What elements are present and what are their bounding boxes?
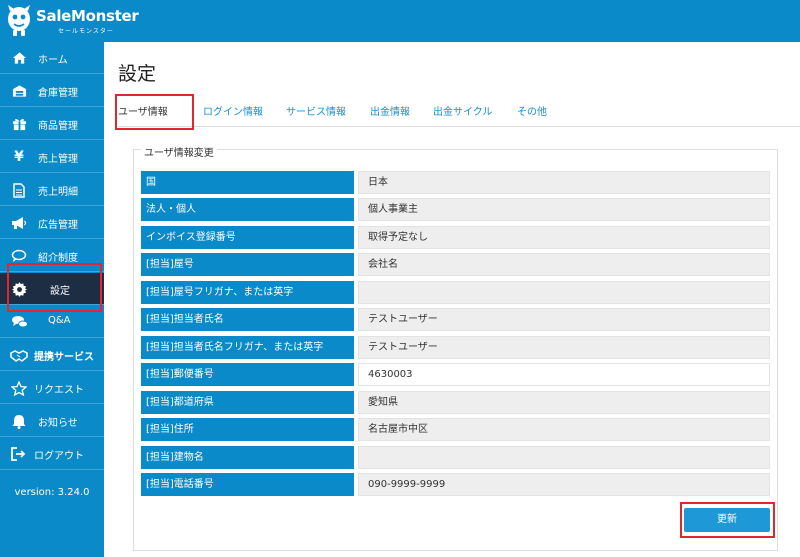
tab-other[interactable]: その他 — [517, 103, 547, 118]
sidebar-item-warehouse[interactable]: 倉庫管理 — [0, 75, 104, 107]
postal-code-field[interactable]: 4630003 — [358, 363, 770, 386]
logout-icon — [10, 445, 28, 463]
field-label: インボイス登録番号 — [141, 226, 354, 249]
entity-type-field[interactable]: 個人事業主 — [358, 198, 770, 221]
chat-bubbles-icon — [10, 313, 28, 331]
field-label: [担当]住所 — [141, 418, 354, 441]
app-version: version: 3.24.0 — [14, 487, 90, 498]
sidebar-item-label: リクエスト — [34, 385, 84, 396]
form-legend: ユーザ情報変更 — [141, 144, 217, 159]
field-label: [担当]担当者氏名 — [141, 308, 354, 331]
sidebar-item-label: 紹介制度 — [38, 253, 78, 264]
field-label: 国 — [141, 171, 354, 194]
sidebar-item-label: 提携サービス — [34, 352, 94, 363]
trade-name-field[interactable]: 会社名 — [358, 253, 770, 276]
address-field[interactable]: 名古屋市中区 — [358, 418, 770, 441]
form-row-trade-name-kana: [担当]屋号フリガナ、または英字 — [141, 281, 770, 304]
form-row-phone: [担当]電話番号 090-9999-9999 — [141, 473, 770, 496]
form-row-trade-name: [担当]屋号 会社名 — [141, 253, 770, 276]
sidebar-item-label: ログアウト — [34, 451, 84, 462]
sidebar-item-label: Q&A — [48, 315, 71, 326]
gift-icon — [10, 115, 28, 133]
sidebar-item-partner-services[interactable]: 提携サービス — [0, 339, 104, 371]
field-label: [担当]建物名 — [141, 446, 354, 469]
building-field[interactable] — [358, 446, 770, 469]
user-info-tab-highlight-box — [115, 94, 194, 130]
sidebar-item-label: 商品管理 — [38, 121, 78, 132]
sidebar-item-sales-details[interactable]: 売上明細 — [0, 174, 104, 206]
form-row-prefecture: [担当]都道府県 愛知県 — [141, 391, 770, 414]
sidebar-item-label: ホーム — [38, 55, 68, 66]
field-label: [担当]屋号 — [141, 253, 354, 276]
sidebar-item-ads[interactable]: 広告管理 — [0, 207, 104, 239]
sidebar-item-notices[interactable]: お知らせ — [0, 405, 104, 437]
monster-mascot-icon — [8, 5, 30, 36]
main-content: 設定 ユーザ情報 ログイン情報 サービス情報 出金情報 出金サイクル その他 ユ… — [104, 42, 800, 557]
sidebar-item-request[interactable]: リクエスト — [0, 372, 104, 404]
bell-icon — [10, 412, 28, 430]
home-icon — [10, 49, 28, 67]
document-icon — [10, 181, 28, 199]
sidebar-item-label: 売上明細 — [38, 187, 78, 198]
form-row-country: 国 日本 — [141, 171, 770, 194]
update-button-highlight-box — [680, 502, 775, 538]
country-field[interactable]: 日本 — [358, 171, 770, 194]
form-row-contact-name: [担当]担当者氏名 テストユーザー — [141, 308, 770, 331]
star-icon — [10, 379, 28, 397]
sidebar-item-label: お知らせ — [38, 418, 78, 429]
form-row-invoice-number: インボイス登録番号 取得予定なし — [141, 226, 770, 249]
tab-login-info[interactable]: ログイン情報 — [203, 103, 263, 118]
sidebar-item-logout[interactable]: ログアウト — [0, 438, 104, 470]
user-info-form: ユーザ情報変更 国 日本 法人・個人 個人事業主 インボイス登録番号 取得予定な… — [133, 144, 778, 551]
yen-icon: ¥ — [14, 149, 24, 165]
sidebar-item-home[interactable]: ホーム — [0, 42, 104, 74]
warehouse-icon — [10, 82, 28, 100]
sidebar-item-label: 売上管理 — [38, 154, 78, 165]
page-title: 設定 — [118, 63, 157, 85]
phone-field[interactable]: 090-9999-9999 — [358, 473, 770, 496]
settings-tabs: ユーザ情報 ログイン情報 サービス情報 出金情報 出金サイクル その他 — [118, 97, 800, 127]
trade-name-kana-field[interactable] — [358, 281, 770, 304]
logo-text: SaleMonster — [36, 7, 139, 25]
field-label: [担当]屋号フリガナ、または英字 — [141, 281, 354, 304]
form-row-building: [担当]建物名 — [141, 446, 770, 469]
sidebar-item-sales[interactable]: ¥ 売上管理 — [0, 141, 104, 173]
tab-service-info[interactable]: サービス情報 — [286, 103, 346, 118]
tab-withdrawal-cycle[interactable]: 出金サイクル — [433, 103, 493, 118]
field-label: [担当]郵便番号 — [141, 363, 354, 386]
form-row-address: [担当]住所 名古屋市中区 — [141, 418, 770, 441]
handshake-icon — [10, 346, 28, 364]
contact-name-kana-field[interactable]: テストユーザー — [358, 336, 770, 359]
top-bar: SaleMonster セールモンスター — [0, 0, 800, 42]
logo[interactable]: SaleMonster セールモンスター — [6, 5, 139, 37]
field-label: [担当]都道府県 — [141, 391, 354, 414]
sidebar-item-label: 広告管理 — [38, 220, 78, 231]
field-label: [担当]電話番号 — [141, 473, 354, 496]
tab-withdrawal-info[interactable]: 出金情報 — [370, 103, 410, 118]
logo-subtext: セールモンスター — [58, 28, 114, 35]
field-label: [担当]担当者氏名フリガナ、または英字 — [141, 336, 354, 359]
invoice-number-field[interactable]: 取得予定なし — [358, 226, 770, 249]
contact-name-field[interactable]: テストユーザー — [358, 308, 770, 331]
form-row-contact-name-kana: [担当]担当者氏名フリガナ、または英字 テストユーザー — [141, 336, 770, 359]
form-row-postal-code: [担当]郵便番号 4630003 — [141, 363, 770, 386]
form-row-entity-type: 法人・個人 個人事業主 — [141, 198, 770, 221]
sidebar-item-label: 倉庫管理 — [38, 88, 78, 99]
settings-highlight-box — [7, 263, 102, 312]
prefecture-field[interactable]: 愛知県 — [358, 391, 770, 414]
megaphone-icon — [10, 214, 28, 232]
sidebar-item-products[interactable]: 商品管理 — [0, 108, 104, 140]
field-label: 法人・個人 — [141, 198, 354, 221]
